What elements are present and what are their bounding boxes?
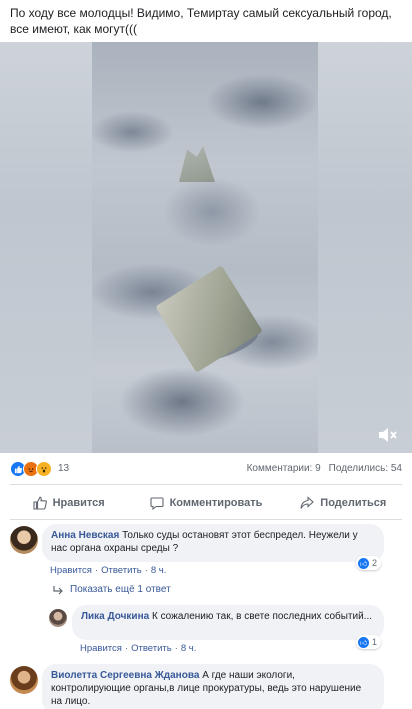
video-frame[interactable] [92,42,318,453]
comment-time[interactable]: 8 ч. [151,565,167,576]
reply-arrow-icon [53,585,63,594]
comment-meta: Нравится · Ответить · 8 ч. [50,565,166,576]
like-button-label: Нравится [52,497,105,509]
comment-reaction-count: 2 [372,558,378,568]
shares-count[interactable]: Поделились: 54 [329,463,402,474]
like-icon: 👍︎ [358,636,369,648]
meta-separator: · [124,643,129,654]
divider [10,484,402,485]
video-blur-left [0,42,92,453]
avatar[interactable] [10,526,38,554]
show-more-replies-label: Показать ещё 1 ответ [70,584,171,595]
reaction-count[interactable]: 13 [58,463,69,474]
comment-button-label: Комментировать [169,497,263,509]
comment-reaction-count: 1 [372,637,378,647]
comment-author[interactable]: Анна Невская [51,530,119,541]
meta-separator: · [94,565,99,576]
comment-bubble: Виолетта Сергеевна Жданова А где наши эк… [42,664,384,709]
reaction-icons[interactable] [10,461,52,477]
video-blur-right [318,42,412,453]
avatar[interactable] [49,609,67,627]
meta-separator: · [174,643,178,654]
post-text: По ходу все молодцы! Видимо, Темиртау са… [10,6,392,36]
comments-count[interactable]: Комментарии: 9 [247,463,321,474]
divider [10,519,402,520]
comment-bubble: Лика Дочкина К сожалению так, в свете по… [72,605,384,640]
like-icon: 👍︎ [358,557,369,569]
comment-time[interactable]: 8 ч. [181,643,197,654]
comment-reply-link[interactable]: Ответить [101,565,142,576]
comment-like-link[interactable]: Нравится [80,643,122,654]
show-more-replies-button[interactable]: Показать ещё 1 ответ [52,584,171,595]
comment-bubble: Анна Невская Только суды остановят этот … [42,524,384,562]
comment-reactions[interactable]: 👍︎ 2 [356,556,382,570]
avatar[interactable] [10,666,38,694]
reactions-bar: 13 Комментарии: 9 Поделились: 54 [0,458,412,480]
comment-author[interactable]: Виолетта Сергеевна Жданова [51,670,199,681]
thumbs-up-icon [33,496,47,510]
meta-separator: · [144,565,148,576]
comment-text: К сожалению так, в свете последних событ… [151,611,373,622]
comment-meta: Нравится · Ответить · 8 ч. [80,643,196,654]
post-stats: Комментарии: 9 Поделились: 54 [247,463,402,474]
comment-reply-link[interactable]: Ответить [131,643,172,654]
share-button[interactable]: Поделиться [275,490,412,516]
volume-icon[interactable] [378,427,398,443]
comment-icon [150,497,164,510]
post-actions: Нравится Комментировать Поделиться [0,490,412,516]
comment-reactions[interactable]: 👍︎ 1 [356,635,382,649]
like-button[interactable]: Нравится [0,490,137,516]
video-player[interactable] [0,42,412,453]
comment-like-link[interactable]: Нравится [50,565,92,576]
comment-author[interactable]: Лика Дочкина [81,611,149,622]
share-icon [300,496,315,509]
wow-icon [36,461,52,477]
comment-button[interactable]: Комментировать [137,490,274,516]
share-button-label: Поделиться [320,497,387,509]
